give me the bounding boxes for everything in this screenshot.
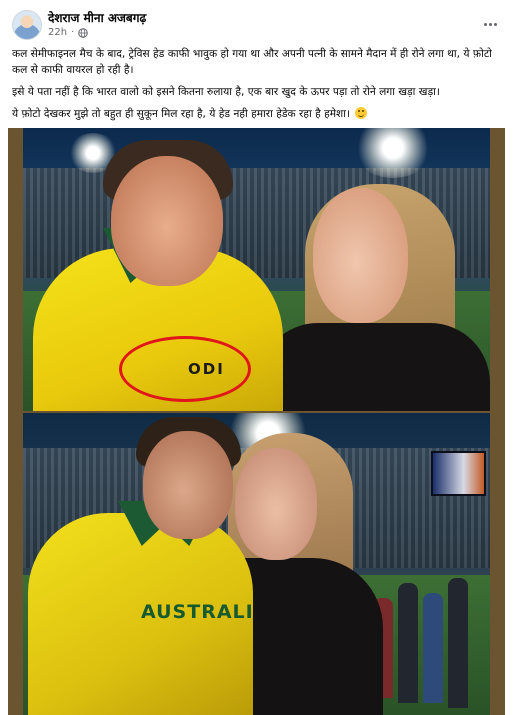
bystander-figure — [448, 578, 468, 708]
facebook-post: देशराज मीना अजबगढ़ 22h · कल सेमीफाइनल मै… — [0, 0, 513, 715]
bystander-figure — [398, 583, 418, 703]
post-meta: 22h · — [48, 27, 89, 38]
post-timestamp[interactable]: 22h — [48, 27, 67, 38]
bystander-figure — [423, 593, 443, 703]
winking-tongue-face-emoji — [355, 107, 368, 119]
post-text: कल सेमीफाइनल मैच के बाद, ट्रेविस हेड काफ… — [12, 46, 502, 128]
jersey-australia-text: AUSTRALI — [141, 601, 254, 623]
post-paragraph: इसे ये पता नहीं है कि भारत वालो को इसने … — [12, 86, 440, 98]
separator-dot: · — [71, 27, 75, 38]
post-paragraph: कल सेमीफाइनल मैच के बाद, ट्रेविस हेड काफ… — [12, 48, 492, 76]
post-header: देशराज मीना अजबगढ़ 22h · — [0, 0, 513, 46]
more-options-icon — [483, 22, 487, 26]
player-face — [111, 156, 223, 286]
woman-black-dress — [258, 323, 490, 411]
author-avatar[interactable] — [12, 10, 42, 40]
woman-face — [313, 188, 408, 323]
post-media-frame[interactable]: ODI AUSTRALI — [8, 128, 505, 715]
player-face — [143, 431, 233, 539]
stadium-scoreboard — [431, 451, 486, 496]
author-name[interactable]: देशराज मीना अजबगढ़ — [48, 9, 146, 26]
post-paragraph: ये फ़ोटो देखकर मुझे तो बहुत ही सुकून मिल… — [12, 106, 502, 122]
red-highlight-circle — [119, 336, 251, 402]
post-paragraph-text: ये फ़ोटो देखकर मुझे तो बहुत ही सुकून मिल… — [12, 108, 350, 120]
more-options-icon-dot — [493, 22, 497, 26]
photo-player-embrace[interactable]: AUSTRALI — [23, 413, 490, 715]
photo-player-crying[interactable]: ODI — [23, 128, 490, 411]
globe-icon[interactable] — [78, 27, 89, 38]
more-options-icon-dot — [488, 22, 492, 26]
woman-face — [235, 448, 317, 560]
more-options-button[interactable] — [479, 13, 501, 35]
